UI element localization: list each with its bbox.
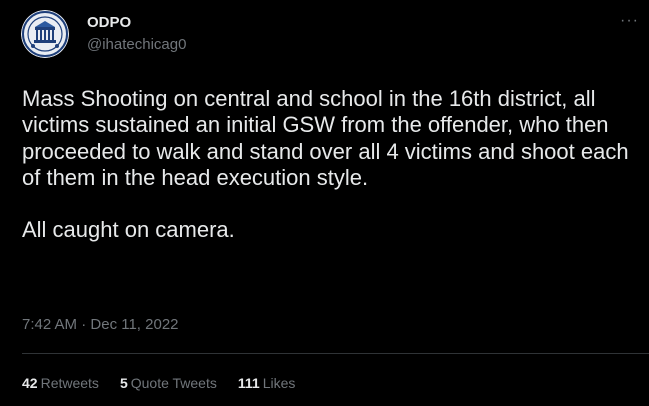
divider bbox=[22, 353, 649, 354]
retweets-label: Retweets bbox=[40, 375, 99, 391]
engagement-stats: 42 Retweets 5 Quote Tweets 111 Likes bbox=[22, 374, 316, 392]
tweet-timestamp[interactable]: 7:42 AM · Dec 11, 2022 bbox=[22, 316, 179, 334]
tweet-date: Dec 11, 2022 bbox=[90, 316, 179, 333]
retweets-count: 42 bbox=[22, 375, 38, 391]
quote-tweets-stat[interactable]: 5 Quote Tweets bbox=[120, 374, 217, 392]
tweet-card: ODPO @ihatechicag0 ··· Mass Shooting on … bbox=[0, 0, 649, 406]
retweets-stat[interactable]: 42 Retweets bbox=[22, 374, 99, 392]
quote-tweets-label: Quote Tweets bbox=[130, 375, 217, 391]
tweet-text: Mass Shooting on central and school in t… bbox=[22, 86, 629, 243]
avatar[interactable] bbox=[21, 10, 69, 58]
user-handle[interactable]: @ihatechicag0 bbox=[87, 36, 186, 54]
tweet-time: 7:42 AM bbox=[22, 316, 78, 333]
quote-tweets-count: 5 bbox=[119, 375, 128, 391]
timestamp-separator: · bbox=[81, 316, 87, 333]
police-badge-icon bbox=[21, 10, 69, 58]
display-name[interactable]: ODPO bbox=[87, 14, 131, 32]
more-options-icon[interactable]: ··· bbox=[620, 13, 648, 34]
likes-count: 111 bbox=[237, 375, 260, 391]
likes-label: Likes bbox=[262, 375, 296, 391]
likes-stat[interactable]: 111 Likes bbox=[238, 374, 296, 392]
